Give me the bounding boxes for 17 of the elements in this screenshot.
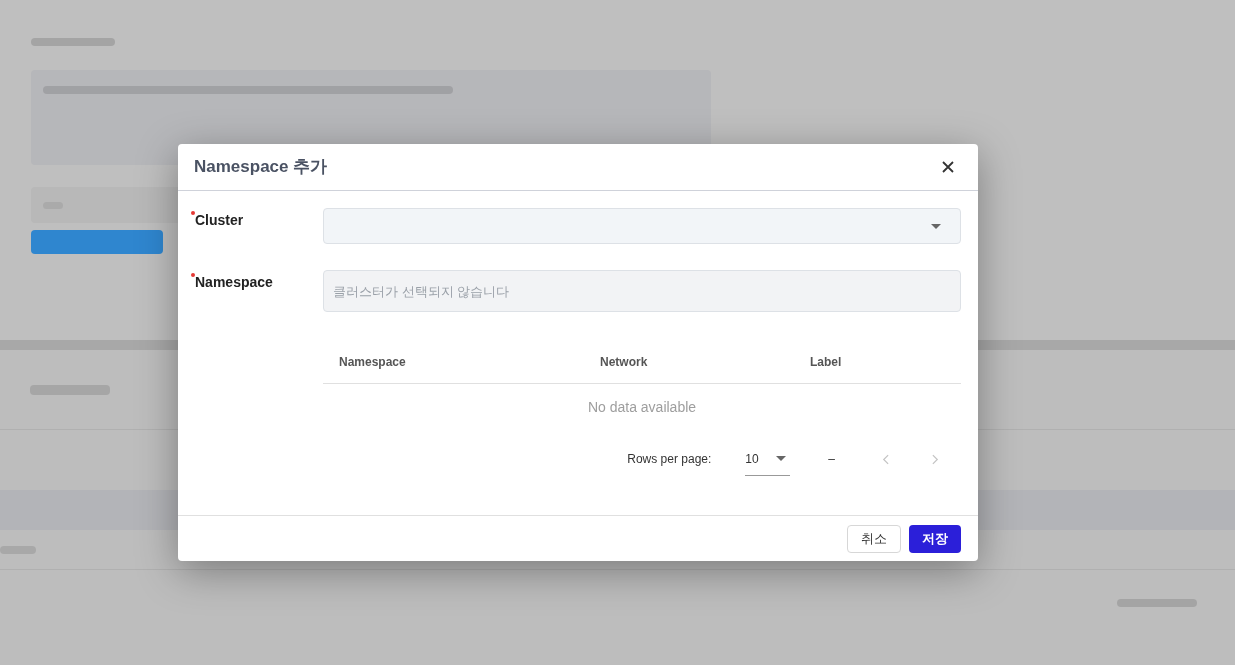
close-icon[interactable] bbox=[940, 159, 956, 175]
rows-per-page-select[interactable]: 10 bbox=[745, 442, 791, 476]
caret-icon bbox=[776, 456, 787, 461]
namespace-field[interactable]: 클러스터가 선택되지 않습니다 bbox=[323, 270, 961, 312]
rows-per-page-label: Rows per page: bbox=[627, 451, 712, 468]
field-label: Namespace bbox=[195, 273, 273, 292]
page-range: – bbox=[828, 451, 835, 468]
field-label: Cluster bbox=[195, 211, 244, 230]
caret-icon bbox=[931, 223, 941, 229]
dialog-title: Namespace 추가 bbox=[194, 156, 328, 179]
empty-message: No data available bbox=[587, 398, 697, 417]
column-header: Namespace bbox=[339, 354, 406, 369]
save-button[interactable]: 저장 bbox=[909, 524, 961, 553]
cluster-select[interactable] bbox=[323, 208, 961, 244]
column-header: Label bbox=[810, 354, 842, 369]
column-header: Network bbox=[600, 354, 648, 369]
cancel-button[interactable]: 취소 bbox=[847, 524, 901, 553]
